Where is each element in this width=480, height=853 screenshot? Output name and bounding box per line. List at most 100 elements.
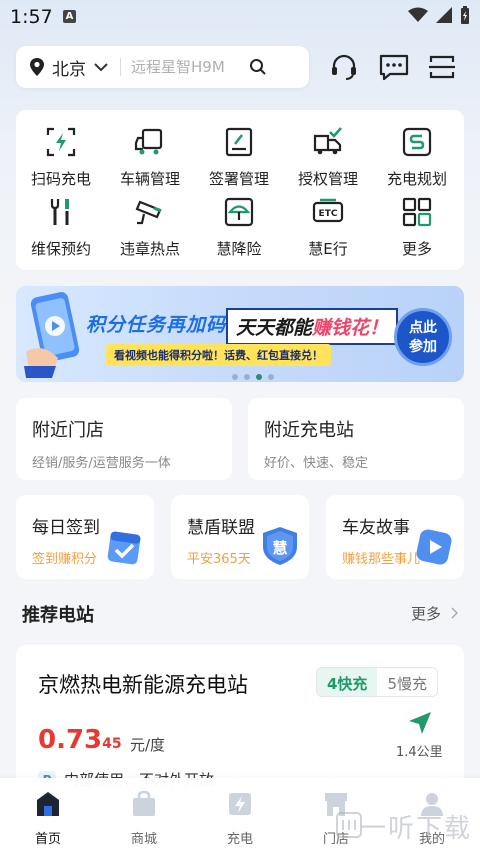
menu-label: 维保预约 <box>30 240 91 258</box>
chevron-right-icon <box>451 607 458 619</box>
signal-icon <box>436 7 452 23</box>
menu-etc[interactable]: ETC 慧E行 <box>283 196 373 258</box>
tab-label: 充电 <box>226 832 253 847</box>
carousel-dot-active[interactable] <box>256 374 262 380</box>
daily-checkin-card[interactable]: 每日签到 签到赚积分 <box>16 495 154 579</box>
quick-menu-card: 扫码充电 车辆管理 签署管理 授权管理 充电规划 维保预约 违章热点 慧降险 E… <box>16 110 464 270</box>
menu-violation-hotspots[interactable]: 违章热点 <box>105 196 195 258</box>
carousel-dot[interactable] <box>268 374 274 380</box>
grid-more-icon <box>402 197 432 227</box>
menu-sign-management[interactable]: 签署管理 <box>194 126 284 188</box>
divider <box>120 58 121 76</box>
phone-illustration-icon <box>24 292 80 378</box>
tab-charge[interactable]: 充电 <box>210 790 270 847</box>
banner-slogan-highlight: 赚钱花！ <box>312 317 389 339</box>
nearby-stations-card[interactable]: 附近充电站 好价、快速、稳定 <box>248 398 464 480</box>
messages-button[interactable] <box>377 50 411 84</box>
status-bar: 1:57 A <box>0 0 480 34</box>
menu-label: 慧E行 <box>308 240 348 258</box>
scan-icon <box>429 55 455 79</box>
menu-label: 违章热点 <box>119 240 180 258</box>
price-main: 0.73 <box>38 725 103 755</box>
banner-headline: 积分任务再加码 <box>86 314 227 336</box>
cta-line2: 参加 <box>409 339 437 355</box>
scan-button[interactable] <box>425 50 459 84</box>
battery-icon <box>461 6 469 24</box>
menu-vehicle-management[interactable]: 车辆管理 <box>105 126 195 188</box>
scan-charge-icon <box>46 127 76 157</box>
banner-boxed-slogan: 天天都能赚钱花！ <box>226 308 399 345</box>
svg-text:ETC: ETC <box>319 209 338 219</box>
menu-label: 慧降险 <box>216 240 262 258</box>
customer-service-button[interactable] <box>327 50 361 84</box>
watermark-text: 一听下载 <box>360 814 473 844</box>
sign-icon <box>225 127 253 157</box>
nearby-stores-card[interactable]: 附近门店 经销/服务/运营服务一体 <box>16 398 232 480</box>
menu-label: 签署管理 <box>208 170 269 188</box>
shopping-bag-icon <box>133 790 155 816</box>
wrench-icon <box>50 199 69 225</box>
menu-scan-charge[interactable]: 扫码充电 <box>16 126 106 188</box>
search-input[interactable] <box>131 58 241 76</box>
truck-icon <box>134 128 163 155</box>
fast-charger-count: 4快充 <box>317 668 378 696</box>
recommended-stations-title: 推荐电站 <box>22 605 94 626</box>
shield-alliance-card[interactable]: 慧盾联盟 平安365天 慧 <box>171 495 309 579</box>
banner-join-button[interactable]: 点此 参加 <box>394 308 452 366</box>
carousel-dot[interactable] <box>232 374 238 380</box>
menu-label: 充电规划 <box>386 170 447 188</box>
station-distance: 1.4公里 <box>396 745 443 760</box>
carousel-dot[interactable] <box>244 374 250 380</box>
location-pin-icon <box>30 58 44 76</box>
search-bar[interactable]: 北京 <box>16 46 309 88</box>
price-small: 45 <box>102 736 122 752</box>
menu-label: 扫码充电 <box>30 170 91 188</box>
menu-more[interactable]: 更多 <box>372 196 462 258</box>
tab-label: 首页 <box>34 832 61 847</box>
recommended-more-link[interactable]: 更多 <box>411 603 458 624</box>
navigate-arrow-icon[interactable] <box>406 709 434 737</box>
banner-slogan-prefix: 天天都能 <box>236 317 313 339</box>
calendar-check-icon <box>107 531 141 565</box>
carousel-dots[interactable] <box>232 374 274 380</box>
status-time: 1:57 <box>10 6 53 28</box>
chevron-down-icon[interactable] <box>94 62 108 72</box>
watermark-logo-icon <box>336 812 362 838</box>
nearby-stations-title: 附近充电站 <box>264 420 354 441</box>
menu-charge-planning[interactable]: 充电规划 <box>372 126 462 188</box>
home-icon <box>37 792 59 816</box>
authorize-truck-icon <box>313 127 342 155</box>
cta-line1: 点此 <box>409 320 437 336</box>
banner-subline: 看视频也能得积分啦！话费、红包直接兑！ <box>106 344 331 366</box>
umbrella-icon <box>224 197 254 227</box>
notification-a-icon: A <box>63 10 76 23</box>
headset-icon <box>332 54 356 80</box>
station-card[interactable]: 京燃热电新能源充电站 4快充 5慢充 0.7345 元/度 1.4公里 P 内部… <box>16 645 464 795</box>
station-price: 0.7345 <box>38 725 122 755</box>
chat-icon <box>379 54 409 81</box>
svg-text:慧: 慧 <box>272 539 287 557</box>
nearby-stations-subtitle: 好价、快速、稳定 <box>264 456 369 471</box>
city-selector[interactable]: 北京 <box>52 55 86 80</box>
camera-icon <box>135 200 162 225</box>
wifi-icon <box>408 7 428 22</box>
charger-counts: 4快充 5慢充 <box>316 667 438 697</box>
tab-mall[interactable]: 商城 <box>114 790 174 847</box>
route-plan-icon <box>402 127 432 157</box>
tab-label: 商城 <box>130 832 157 847</box>
menu-insurance[interactable]: 慧降险 <box>194 196 284 258</box>
station-name: 京燃热电新能源充电站 <box>38 673 248 697</box>
tab-home[interactable]: 首页 <box>18 790 78 847</box>
menu-label: 车辆管理 <box>119 170 180 188</box>
menu-authorization-management[interactable]: 授权管理 <box>283 126 373 188</box>
promo-banner[interactable]: 积分任务再加码 天天都能赚钱花！ 看视频也能得积分啦！话费、红包直接兑！ 点此 … <box>16 286 464 382</box>
car-stories-card[interactable]: 车友故事 赚钱那些事儿 <box>326 495 464 579</box>
shield-icon: 慧 <box>263 527 297 565</box>
more-label: 更多 <box>411 605 442 623</box>
search-icon[interactable] <box>249 58 267 76</box>
video-play-icon <box>416 529 452 565</box>
menu-label: 授权管理 <box>297 170 358 188</box>
menu-maintenance-booking[interactable]: 维保预约 <box>16 196 106 258</box>
etc-icon: ETC <box>312 198 344 223</box>
price-unit: 元/度 <box>130 736 166 754</box>
